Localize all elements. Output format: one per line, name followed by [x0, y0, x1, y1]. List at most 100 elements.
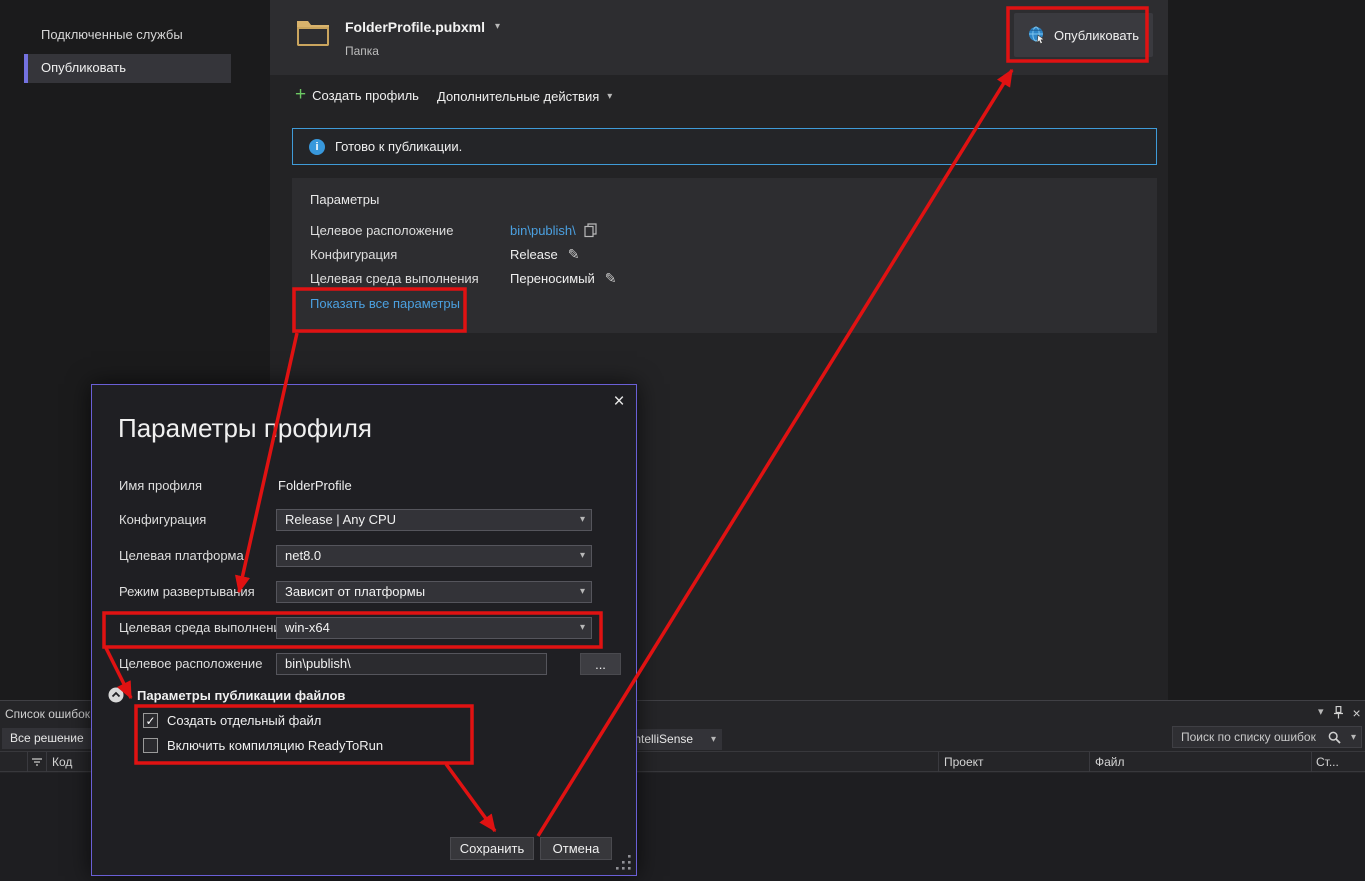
summary-label: Целевая среда выполнения: [310, 271, 510, 286]
target-runtime-value: Переносимый: [510, 271, 595, 286]
field-target-location: Целевое расположение bin\publish\ ...: [119, 653, 611, 675]
field-label: Конфигурация: [119, 509, 206, 531]
publish-button[interactable]: Опубликовать: [1014, 13, 1153, 57]
target-framework-select[interactable]: net8.0 ▾: [276, 545, 592, 567]
section-label: Параметры публикации файлов: [137, 688, 345, 703]
chevron-down-icon: ▾: [495, 22, 500, 32]
collapse-chevron-circle-icon: [108, 687, 124, 703]
field-label: Целевая среда выполнения: [119, 617, 288, 639]
sidebar-item-connected-services[interactable]: Подключенные службы: [41, 27, 183, 42]
file-publish-options-expander[interactable]: Параметры публикации файлов: [108, 687, 345, 703]
cancel-button[interactable]: Отмена: [540, 837, 612, 860]
checkbox-single-file-box[interactable]: ✓: [143, 713, 158, 728]
column-header-line[interactable]: Ст...: [1316, 755, 1339, 769]
chevron-down-icon: ▾: [607, 92, 612, 102]
dialog-close-icon[interactable]: ×: [608, 391, 630, 413]
checkbox-label[interactable]: Создать отдельный файл: [167, 712, 321, 729]
more-actions-label: Дополнительные действия: [437, 89, 599, 104]
checkbox-readytorun-box[interactable]: [143, 738, 158, 753]
field-label: Режим развертывания: [119, 581, 255, 603]
column-separator: [27, 752, 28, 772]
summary-row-target-runtime: Целевая среда выполнения Переносимый ✎: [310, 268, 616, 288]
create-profile-button[interactable]: + Создать профиль: [295, 86, 419, 104]
column-separator: [1089, 752, 1090, 772]
copy-icon[interactable]: [584, 223, 597, 238]
target-location-link[interactable]: bin\publish\: [510, 223, 576, 238]
summary-label: Конфигурация: [310, 247, 510, 262]
summary-row-target-location: Целевое расположение bin\publish\: [310, 220, 597, 240]
edit-pencil-icon[interactable]: ✎: [568, 246, 580, 263]
configuration-value: Release: [510, 247, 558, 262]
resize-grip[interactable]: [614, 853, 632, 876]
ready-message: Готово к публикации.: [335, 139, 462, 154]
profile-settings-dialog: × Параметры профиля Имя профиля FolderPr…: [91, 384, 637, 876]
field-target-runtime: Целевая среда выполнения win-x64 ▾: [119, 617, 611, 639]
deployment-mode-select[interactable]: Зависит от платформы ▾: [276, 581, 592, 603]
target-runtime-select[interactable]: win-x64 ▾: [276, 617, 592, 639]
summary-row-configuration: Конфигурация Release ✎: [310, 244, 579, 264]
field-profile-name: Имя профиля FolderProfile: [119, 475, 611, 497]
selected-value: Зависит от платформы: [285, 584, 425, 599]
pin-icon[interactable]: [1333, 706, 1344, 719]
publish-globe-icon: [1028, 26, 1046, 44]
show-all-settings-link[interactable]: Показать все параметры: [310, 296, 460, 311]
profile-name-value: FolderProfile: [278, 478, 352, 493]
selected-value: net8.0: [285, 548, 321, 563]
summary-title: Параметры: [310, 192, 379, 207]
close-icon[interactable]: ×: [1353, 707, 1361, 719]
search-icon[interactable]: [1328, 731, 1341, 744]
checkbox-label[interactable]: Включить компиляцию ReadyToRun: [167, 737, 383, 754]
create-profile-label: Создать профиль: [312, 88, 419, 103]
column-separator: [1311, 752, 1312, 772]
column-header-code[interactable]: Код: [52, 755, 72, 769]
profile-selector[interactable]: FolderProfile.pubxml ▾: [345, 19, 500, 35]
error-search-input[interactable]: Поиск по списку ошибок ▾: [1172, 726, 1362, 748]
window-options-icon[interactable]: ▾: [1318, 707, 1324, 718]
error-list-title: Список ошибок: [5, 707, 90, 721]
edit-pencil-icon[interactable]: ✎: [605, 270, 617, 287]
input-value: bin\publish\: [285, 656, 351, 671]
column-header-file[interactable]: Файл: [1095, 755, 1125, 769]
selection-accent-bar: [24, 54, 28, 83]
ready-status-bar: i Готово к публикации.: [292, 128, 1157, 165]
column-separator: [938, 752, 939, 772]
target-location-input[interactable]: bin\publish\: [276, 653, 547, 675]
chevron-down-icon: ▾: [580, 551, 585, 561]
publish-summary-panel: Параметры Целевое расположение bin\publi…: [292, 178, 1157, 333]
publish-page: Подключенные службы Опубликовать FolderP…: [0, 0, 1365, 881]
field-label: Имя профиля: [119, 475, 202, 497]
profile-file-name: FolderProfile.pubxml: [345, 19, 485, 35]
provider-filter-dropdown[interactable]: IntelliSense ▾: [622, 729, 722, 750]
configuration-select[interactable]: Release | Any CPU ▾: [276, 509, 592, 531]
chevron-down-icon: ▾: [711, 735, 716, 745]
sidebar-item-label: Опубликовать: [41, 60, 126, 75]
more-actions-dropdown[interactable]: Дополнительные действия ▾: [437, 89, 612, 104]
scope-filter-dropdown[interactable]: Все решение: [2, 728, 98, 749]
provider-filter-label: IntelliSense: [631, 732, 693, 746]
field-deployment-mode: Режим развертывания Зависит от платформы…: [119, 581, 611, 603]
chevron-down-icon: ▾: [580, 515, 585, 525]
filter-icon[interactable]: [31, 757, 43, 768]
sidebar-item-publish[interactable]: Опубликовать: [24, 54, 231, 83]
tool-window-controls: ▾ ×: [1318, 706, 1361, 719]
info-icon: i: [309, 139, 325, 155]
chevron-down-icon: ▾: [580, 587, 585, 597]
chevron-down-icon: ▾: [1351, 733, 1356, 743]
browse-button[interactable]: ...: [580, 653, 621, 675]
field-label: Целевая платформа: [119, 545, 244, 567]
column-header-project[interactable]: Проект: [944, 755, 984, 769]
profile-header: FolderProfile.pubxml ▾ Папка Опубликоват…: [270, 0, 1168, 75]
selected-value: win-x64: [285, 620, 330, 635]
plus-icon: +: [295, 86, 306, 104]
dialog-title: Параметры профиля: [118, 413, 372, 444]
field-target-framework: Целевая платформа net8.0 ▾: [119, 545, 611, 567]
field-label: Целевое расположение: [119, 653, 262, 675]
search-placeholder: Поиск по списку ошибок: [1181, 730, 1316, 744]
field-configuration: Конфигурация Release | Any CPU ▾: [119, 509, 611, 531]
save-button[interactable]: Сохранить: [450, 837, 534, 860]
summary-label: Целевое расположение: [310, 223, 510, 238]
folder-icon: [295, 15, 331, 52]
profile-type-label: Папка: [345, 44, 379, 58]
column-separator: [46, 752, 47, 772]
chevron-down-icon: ▾: [580, 623, 585, 633]
